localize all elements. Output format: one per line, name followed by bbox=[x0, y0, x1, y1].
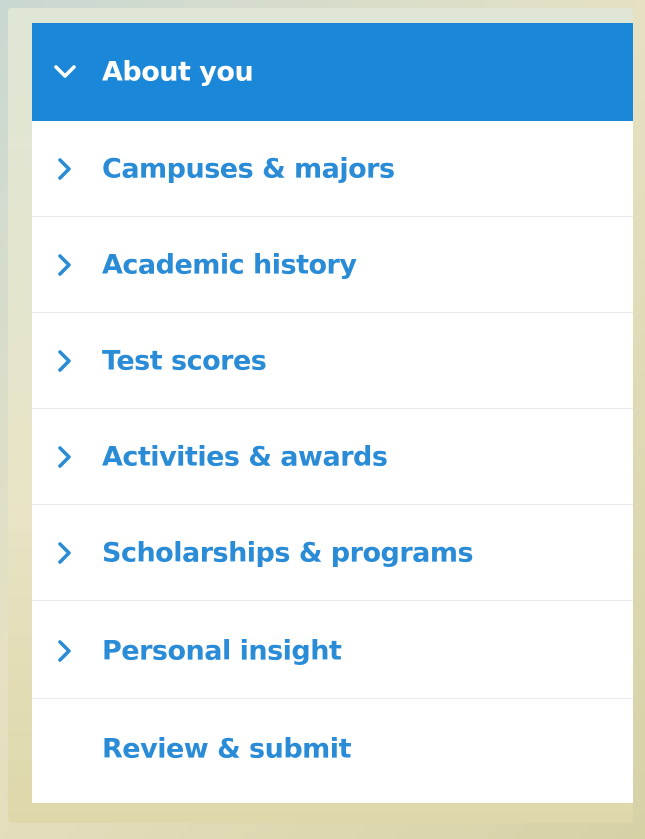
nav-item-test-scores[interactable]: Test scores bbox=[32, 313, 633, 409]
chevron-right-icon bbox=[54, 639, 76, 662]
chevron-right-icon bbox=[54, 253, 76, 276]
nav-item-label: Review & submit bbox=[102, 733, 351, 765]
nav-item-label: Activities & awards bbox=[102, 441, 388, 472]
nav-item-personal-insight[interactable]: Personal insight bbox=[32, 603, 633, 699]
nav-item-scholarships-programs[interactable]: Scholarships & programs bbox=[32, 505, 633, 601]
nav-item-label: About you bbox=[102, 56, 254, 88]
chevron-right-icon bbox=[54, 541, 76, 564]
nav-item-activities-awards[interactable]: Activities & awards bbox=[32, 409, 633, 505]
nav-item-about-you[interactable]: About you bbox=[32, 23, 633, 121]
chevron-right-icon bbox=[54, 349, 76, 372]
chevron-right-icon bbox=[54, 157, 76, 180]
nav-item-label: Campuses & majors bbox=[102, 153, 395, 184]
nav-item-label: Academic history bbox=[102, 249, 357, 280]
chevron-down-icon bbox=[54, 61, 76, 83]
nav-item-label: Scholarships & programs bbox=[102, 537, 474, 568]
nav-item-label: Test scores bbox=[102, 345, 267, 376]
application-section-nav: About you Campuses & majors Academic his… bbox=[32, 23, 633, 803]
nav-item-label: Personal insight bbox=[102, 635, 342, 666]
chevron-right-icon bbox=[54, 445, 76, 468]
nav-item-campuses-majors[interactable]: Campuses & majors bbox=[32, 121, 633, 217]
nav-item-academic-history[interactable]: Academic history bbox=[32, 217, 633, 313]
nav-item-review-submit[interactable]: Review & submit bbox=[32, 701, 633, 797]
